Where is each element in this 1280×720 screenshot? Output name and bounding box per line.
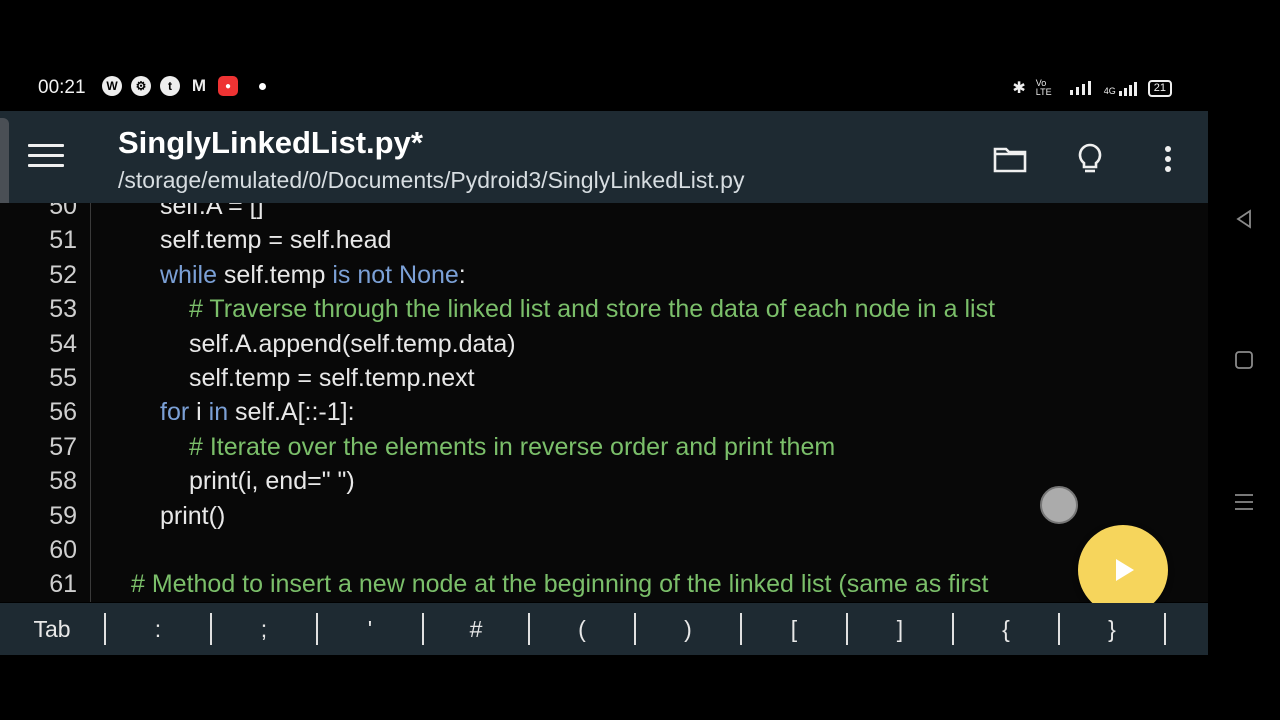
navigation-bar [1208, 0, 1280, 720]
key-button[interactable]: ) [636, 603, 740, 655]
code-token: i [189, 398, 209, 427]
code-token: print() [160, 501, 226, 530]
line-number: 59 [49, 501, 77, 530]
code-text: # Iterate over the elements in reverse o… [189, 430, 835, 464]
status-time: 00:21 [38, 77, 86, 98]
keyword-token: for [160, 398, 190, 427]
code-line[interactable]: 52 while self.temp is not None: [0, 258, 1208, 292]
line-number: 54 [49, 329, 77, 358]
code-line[interactable]: 59 print() [0, 499, 1208, 533]
key-button[interactable]: # [424, 603, 528, 655]
code-text: for i in self.A[::-1]: [160, 395, 355, 429]
code-token: self.A[::-1]: [228, 398, 355, 427]
code-text: print() [160, 499, 225, 533]
key-button[interactable]: Tab [0, 603, 104, 655]
code-token: self.temp [216, 260, 333, 289]
line-number: 55 [49, 364, 77, 392]
4g-signal-icon: 4G [1104, 80, 1138, 96]
bluetooth-icon: ✱ [1012, 80, 1026, 97]
signal-icon [1068, 79, 1094, 98]
line-number: 61 [49, 570, 77, 599]
key-button[interactable]: ] [848, 603, 952, 655]
code-line[interactable]: 50 self.A = [] [0, 203, 1208, 223]
code-line[interactable]: 61 # Method to insert a new node at the b… [0, 567, 1208, 601]
code-text: self.temp = self.head [160, 223, 391, 257]
status-bar: 00:21 W ⚙ t M ● ✱ Vo LTE 4G 21 [0, 66, 1208, 110]
volte-icon: Vo LTE [1035, 78, 1052, 97]
comment-token: # Method to insert a new node at the beg… [131, 570, 989, 599]
code-text: self.temp = self.temp.next [189, 361, 475, 395]
code-line[interactable]: 58 print(i, end=" ") [0, 464, 1208, 498]
key-button[interactable]: ; [212, 603, 316, 655]
code-token: self.temp = self.head [160, 226, 392, 255]
code-line[interactable]: 60 [0, 533, 1208, 567]
touch-indicator [1040, 486, 1078, 524]
code-text: # Method to insert a new node at the beg… [131, 567, 988, 601]
folder-icon[interactable] [990, 139, 1030, 179]
code-text: self.A = [] [160, 203, 264, 223]
line-number: 56 [49, 398, 77, 427]
file-path: /storage/emulated/0/Documents/Pydroid3/S… [118, 167, 745, 193]
code-text: self.A.append(self.temp.data) [189, 327, 516, 361]
code-line[interactable]: 53 # Traverse through the linked list and… [0, 292, 1208, 326]
truecaller-icon: t [160, 76, 180, 96]
keyword-token: is not None [332, 260, 459, 289]
code-token: self.A = [] [160, 203, 264, 220]
comment-token: # Iterate over the elements in reverse o… [189, 432, 836, 461]
key-separator [1164, 613, 1166, 645]
line-number: 53 [49, 295, 77, 324]
editor-toolbar: SinglyLinkedList.py* /storage/emulated/0… [0, 111, 1208, 203]
line-number: 60 [49, 536, 77, 564]
code-editor[interactable]: 50 self.A = [] 51 self.temp = self.head 52 wh… [0, 203, 1208, 602]
key-button[interactable]: { [954, 603, 1058, 655]
code-token: self.A.append(self.temp.data) [189, 329, 516, 358]
gmail-icon: M [191, 76, 207, 95]
file-title: SinglyLinkedList.py* [118, 125, 423, 160]
more-vertical-icon[interactable] [1148, 139, 1188, 179]
code-token: self.temp = self.temp.next [189, 364, 475, 392]
system-icons: ✱ Vo LTE 4G 21 [1012, 78, 1172, 98]
line-number: 58 [49, 467, 77, 496]
lightbulb-icon[interactable] [1070, 139, 1110, 179]
keyword-token: while [160, 260, 217, 289]
key-button[interactable]: } [1060, 603, 1164, 655]
keyword-token: in [208, 398, 229, 427]
code-text: while self.temp is not None: [160, 258, 466, 292]
line-number: 52 [49, 260, 77, 289]
back-icon[interactable] [1232, 207, 1256, 231]
settings-app-icon: ⚙ [131, 76, 151, 96]
code-line[interactable]: 55 self.temp = self.temp.next [0, 361, 1208, 395]
code-text: # Traverse through the linked list and s… [189, 292, 995, 326]
key-button[interactable]: : [106, 603, 210, 655]
key-button[interactable]: ' [318, 603, 422, 655]
line-number: 50 [49, 203, 77, 220]
key-button[interactable]: ( [530, 603, 634, 655]
battery-icon: 21 [1147, 79, 1172, 97]
code-text: print(i, end=" ") [189, 464, 355, 498]
line-number: 57 [49, 432, 77, 461]
notification-icons: W ⚙ t M ● [102, 76, 266, 96]
recents-icon[interactable] [1232, 490, 1256, 514]
code-line[interactable]: 57 # Iterate over the elements in reverse… [0, 430, 1208, 464]
key-button[interactable]: [ [742, 603, 846, 655]
code-token: : [458, 260, 466, 289]
play-icon [1116, 559, 1134, 581]
code-token: print(i, end=" ") [189, 467, 355, 496]
comment-token: # Traverse through the linked list and s… [189, 295, 996, 324]
notification-dot-icon [259, 82, 266, 90]
line-number: 51 [49, 226, 77, 255]
screen-recorder-icon: ● [218, 76, 238, 96]
menu-icon[interactable] [28, 144, 64, 172]
code-line[interactable]: 54 self.A.append(self.temp.data) [0, 327, 1208, 361]
code-line[interactable]: 51 self.temp = self.head [0, 223, 1208, 257]
extra-keys-bar: Tab:; ' #()[]{} [0, 603, 1208, 655]
code-line[interactable]: 56 for i in self.A[::-1]: [0, 395, 1208, 429]
home-icon[interactable] [1232, 348, 1256, 372]
run-button[interactable] [1078, 525, 1168, 615]
whatsapp-icon: W [102, 76, 122, 96]
network-type-label: 4G [1103, 86, 1116, 96]
